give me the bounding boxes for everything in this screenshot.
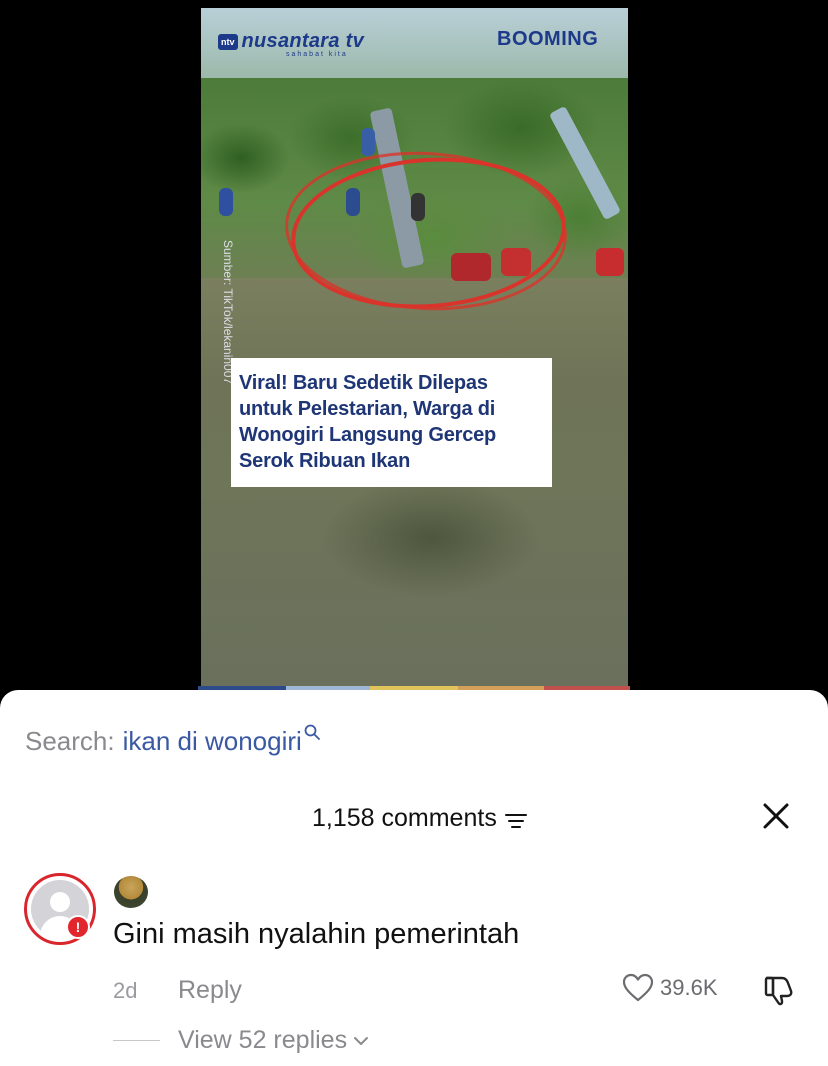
close-icon[interactable] (762, 802, 790, 830)
comments-count: 1,158 comments (312, 804, 527, 833)
alert-icon: ! (66, 915, 90, 939)
comment-text: Gini masih nyalahin pemerintah (113, 918, 520, 950)
filter-lines-icon[interactable] (504, 813, 527, 829)
view-replies-label: View 52 replies (178, 1026, 348, 1054)
like-button[interactable]: 39.6K (622, 973, 718, 1003)
view-replies-button[interactable]: View 52 replies (178, 1026, 369, 1055)
comment-time: 2d (113, 978, 138, 1003)
channel-name: nusantara tv (241, 30, 365, 52)
headline-line: Wonogiri Langsung Gercep (239, 424, 497, 446)
headline-line: Serok Ribuan Ikan (239, 450, 411, 472)
search-query[interactable]: ikan di wonogiri (123, 726, 302, 757)
search-label: Search: (25, 726, 115, 756)
replies-divider (113, 1040, 160, 1041)
comments-sheet: Search: ikan di wonogiri 1,158 comments … (0, 690, 828, 1066)
comments-count-label: 1,158 comments (312, 804, 497, 832)
headline-line: Viral! Baru Sedetik Dilepas (239, 372, 488, 394)
channel-logo: ntv nusantara tv (218, 30, 364, 53)
commenter-avatar[interactable] (114, 876, 148, 908)
video-player[interactable] (201, 8, 628, 690)
video-reflection (321, 478, 541, 598)
channel-tagline: sahabat kita (286, 51, 348, 58)
channel-badge: ntv (218, 33, 238, 50)
headline-line: untuk Pelestarian, Warga di (239, 398, 496, 420)
reply-button[interactable]: Reply (178, 976, 242, 1005)
like-count: 39.6K (660, 975, 718, 1000)
video-headline: Viral! Baru Sedetik Dilepas untuk Pelest… (231, 358, 552, 487)
brand-logo: BOOMING (497, 28, 599, 50)
search-suggestion[interactable]: Search: ikan di wonogiri (25, 724, 320, 757)
heart-icon (622, 973, 654, 1002)
chevron-down-icon (354, 1036, 369, 1045)
thumbs-down-icon[interactable] (762, 973, 796, 1007)
search-icon[interactable] (304, 724, 320, 740)
